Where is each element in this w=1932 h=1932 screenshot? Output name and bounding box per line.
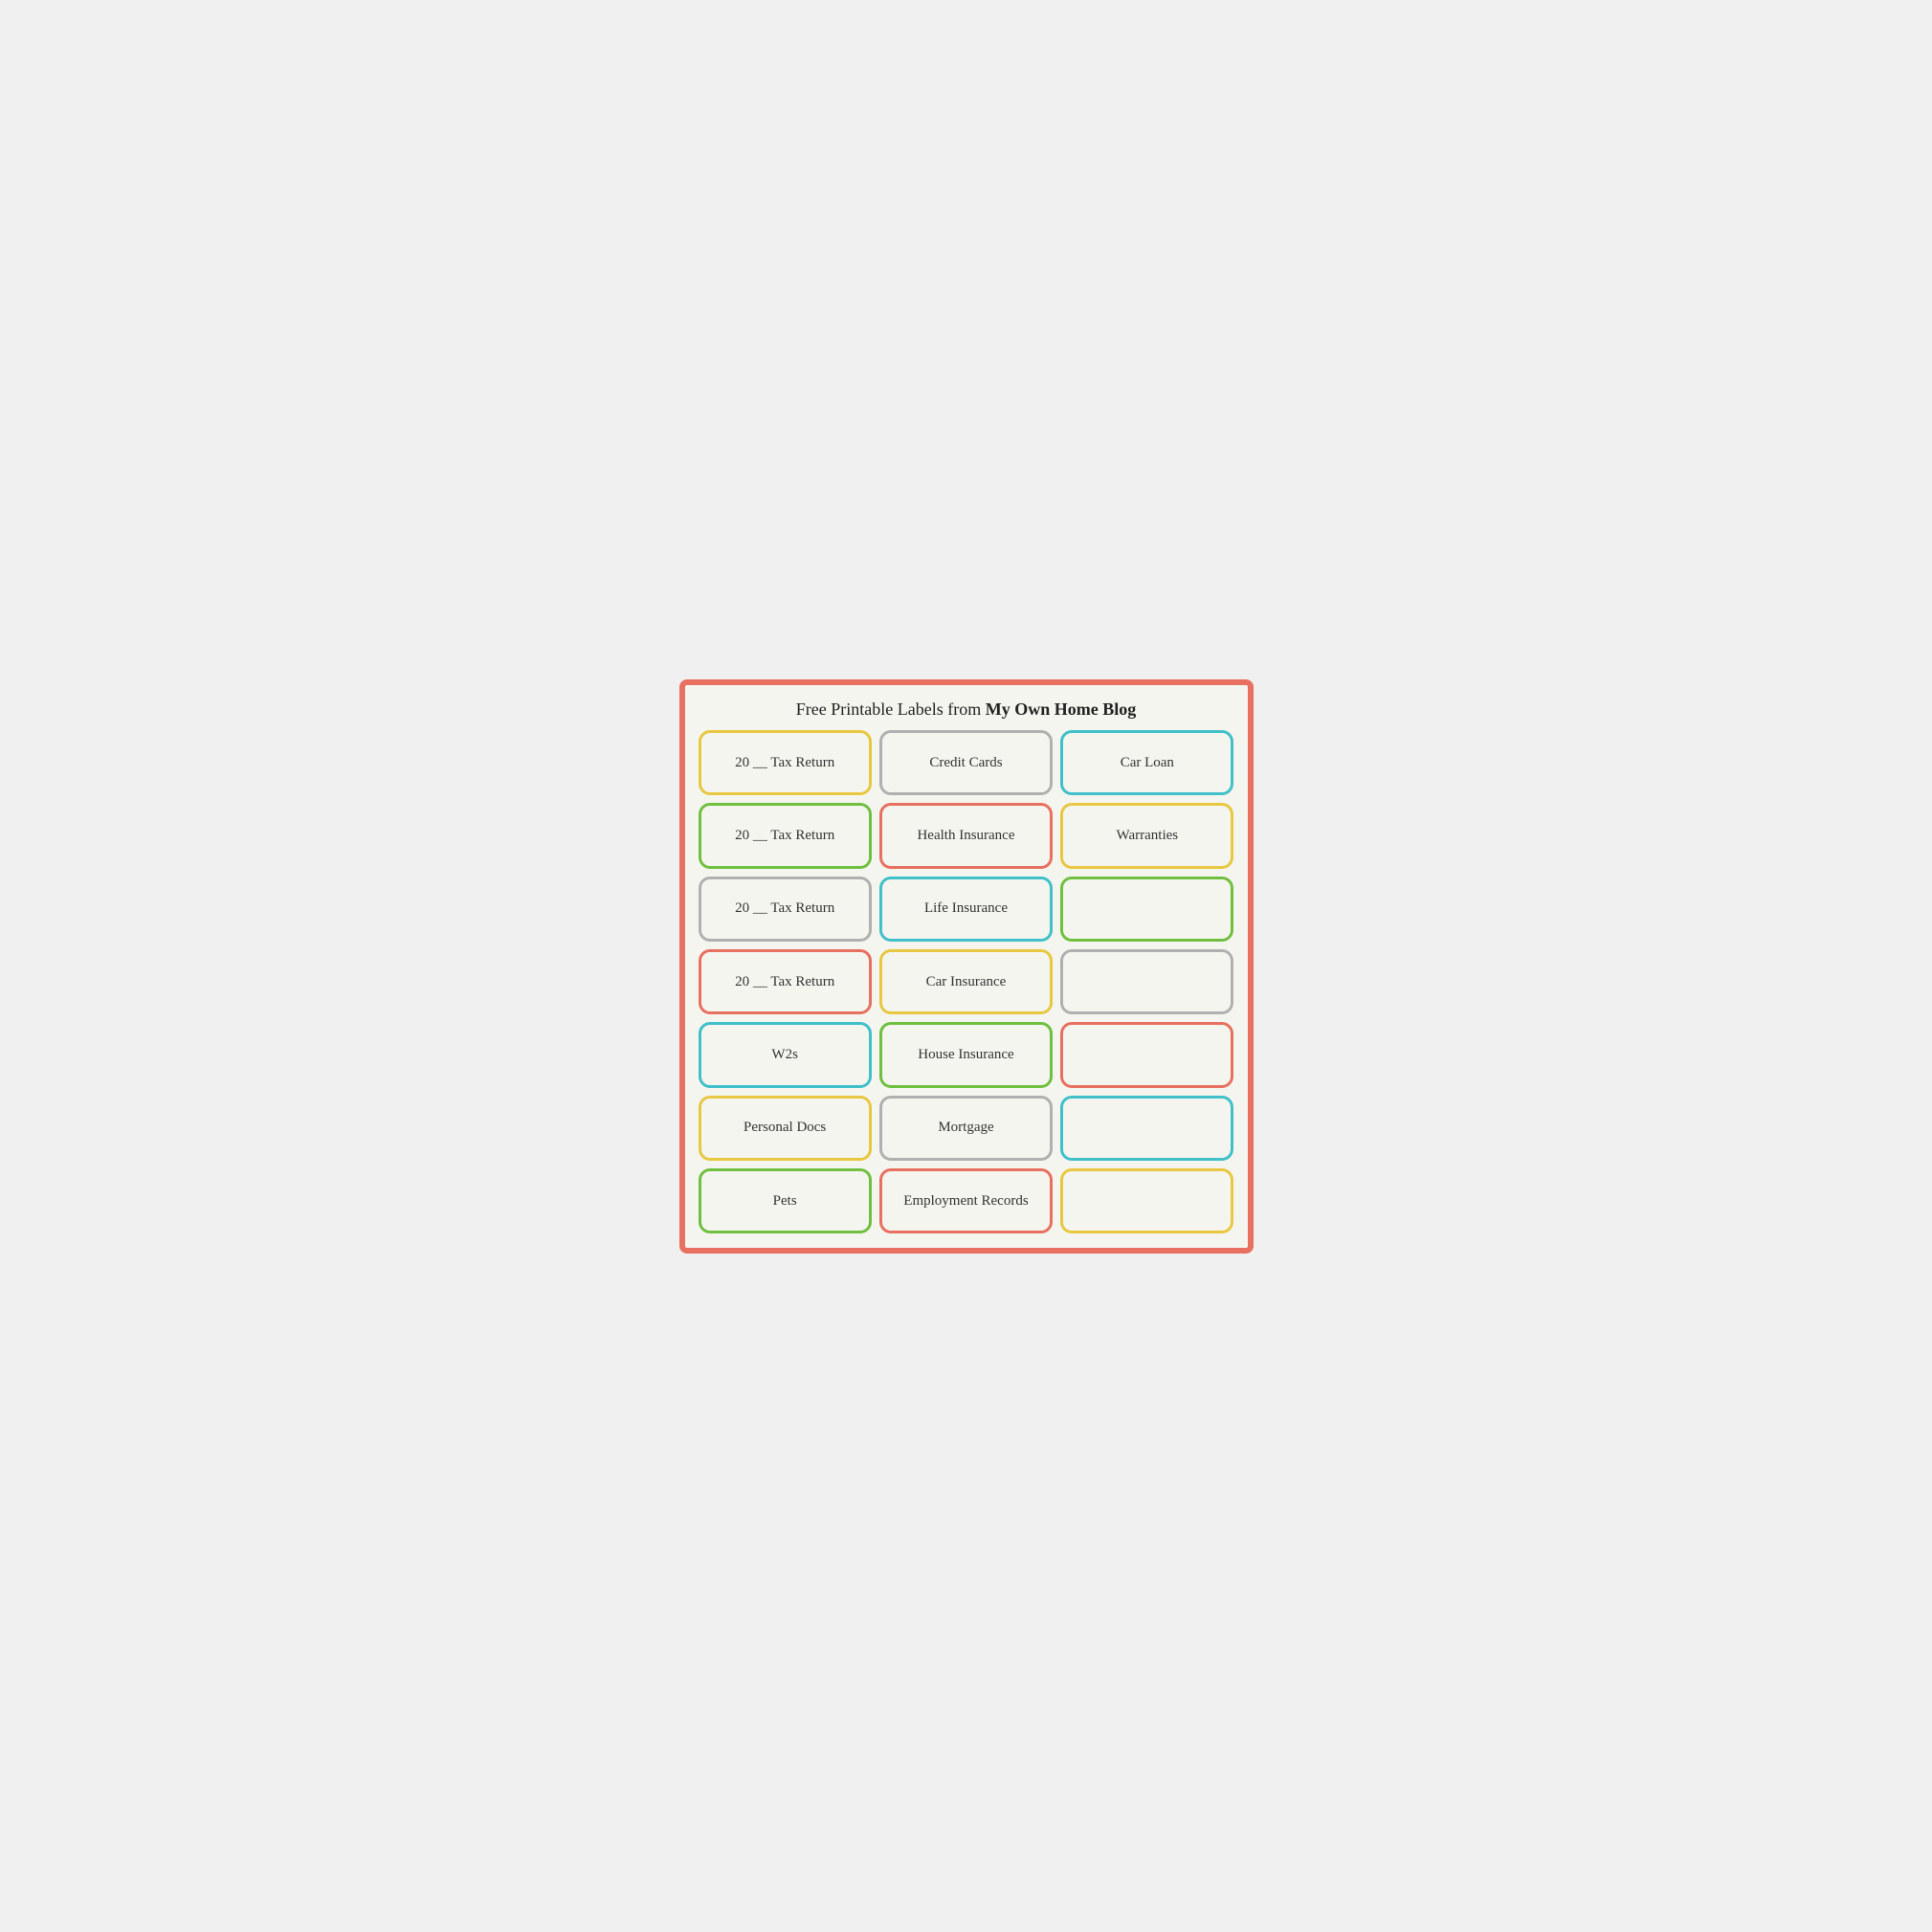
label-card-r2c1: 20 __ Tax Return (699, 803, 872, 868)
label-card-r7c3 (1060, 1168, 1233, 1233)
label-card-r4c2: Car Insurance (879, 949, 1053, 1014)
title-plain: Free Printable Labels from (796, 700, 986, 719)
label-card-r5c3 (1060, 1022, 1233, 1087)
label-grid: 20 __ Tax ReturnCredit CardsCar Loan20 _… (699, 730, 1234, 1234)
label-card-r6c2: Mortgage (879, 1096, 1053, 1161)
label-card-r1c3: Car Loan (1060, 730, 1233, 795)
label-card-r3c2: Life Insurance (879, 877, 1053, 942)
page-container: Free Printable Labels from My Own Home B… (679, 679, 1254, 1254)
label-card-r3c1: 20 __ Tax Return (699, 877, 872, 942)
label-card-r6c1: Personal Docs (699, 1096, 872, 1161)
label-card-r3c3 (1060, 877, 1233, 942)
label-card-r2c3: Warranties (1060, 803, 1233, 868)
title-bold: My Own Home Blog (986, 700, 1137, 719)
label-card-r4c1: 20 __ Tax Return (699, 949, 872, 1014)
label-card-r5c2: House Insurance (879, 1022, 1053, 1087)
label-card-r1c2: Credit Cards (879, 730, 1053, 795)
label-card-r6c3 (1060, 1096, 1233, 1161)
label-card-r7c1: Pets (699, 1168, 872, 1233)
label-card-r1c1: 20 __ Tax Return (699, 730, 872, 795)
label-card-r4c3 (1060, 949, 1233, 1014)
label-card-r5c1: W2s (699, 1022, 872, 1087)
label-card-r2c2: Health Insurance (879, 803, 1053, 868)
label-card-r7c2: Employment Records (879, 1168, 1053, 1233)
page-title: Free Printable Labels from My Own Home B… (699, 699, 1234, 721)
